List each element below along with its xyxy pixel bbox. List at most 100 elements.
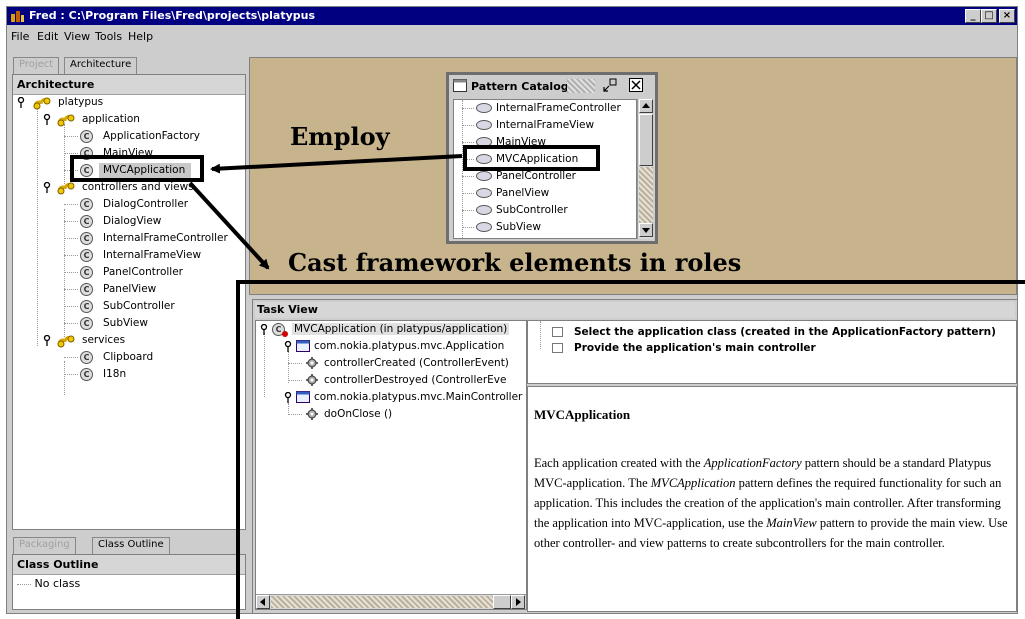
tree-label: application — [82, 113, 140, 125]
pattern-icon — [476, 171, 492, 181]
menu-file[interactable]: File — [11, 30, 29, 43]
class-outline-header: Class Outline — [13, 555, 245, 575]
tree-node-class[interactable]: C Clipboard — [13, 349, 245, 366]
tree-node-application[interactable]: application — [13, 111, 245, 128]
scroll-thumb[interactable] — [639, 114, 653, 166]
tree-label: controllers and views — [82, 181, 194, 193]
package-icon — [33, 97, 51, 110]
pattern-item[interactable]: InternalFrameController — [454, 100, 636, 117]
class-icon: C — [80, 215, 93, 228]
window-title: Fred : C:\Program Files\Fred\projects\pl… — [29, 9, 316, 22]
tree-label: SubController — [103, 300, 175, 312]
cast-annotation: Cast framework elements in roles — [288, 248, 742, 277]
tree-node-services[interactable]: services — [13, 332, 245, 349]
scroll-down-button[interactable] — [639, 223, 653, 237]
package-icon — [57, 335, 75, 348]
class-icon: C — [80, 198, 93, 211]
title-grip — [567, 79, 595, 93]
tree-label: InternalFrameView — [103, 249, 202, 261]
tree-node-class[interactable]: C PanelController — [13, 264, 245, 281]
tree-node-class[interactable]: C SubView — [13, 315, 245, 332]
scroll-track[interactable] — [639, 167, 653, 223]
pattern-item[interactable]: SubController — [454, 202, 636, 219]
class-icon: C — [80, 232, 93, 245]
title-bar: Fred : C:\Program Files\Fred\projects\pl… — [7, 7, 1017, 25]
restore-icon[interactable] — [603, 78, 617, 92]
highlight-box-mvcapplication — [70, 155, 204, 182]
tree-label: PanelView — [103, 283, 157, 295]
class-icon: C — [80, 351, 93, 364]
tab-packaging[interactable]: Packaging — [13, 537, 76, 554]
pattern-icon — [476, 188, 492, 198]
pattern-list-scrollbar[interactable] — [637, 99, 653, 239]
tree-label: ApplicationFactory — [103, 130, 201, 142]
pattern-label: InternalFrameView — [496, 119, 595, 131]
pattern-catalog-titlebar[interactable]: Pattern Catalog — [449, 75, 655, 97]
pattern-icon — [476, 205, 492, 215]
minimize-button[interactable]: _ — [965, 9, 981, 23]
tree-node-class[interactable]: C ApplicationFactory — [13, 128, 245, 145]
tree-node-class[interactable]: C DialogView — [13, 213, 245, 230]
package-icon — [57, 114, 75, 127]
pattern-label: SubController — [496, 204, 568, 216]
architecture-panel: Architecture platypus application C Appl… — [12, 74, 246, 530]
menu-bar: File Edit View Tools Help — [7, 26, 1017, 46]
tab-project[interactable]: Project — [13, 57, 60, 74]
expand-key-icon[interactable] — [43, 182, 51, 193]
tree-node-class[interactable]: C PanelView — [13, 281, 245, 298]
tree-label: PanelController — [103, 266, 183, 278]
no-class-item: No class — [17, 577, 80, 590]
tab-architecture[interactable]: Architecture — [64, 57, 138, 74]
no-class-label: No class — [34, 577, 81, 590]
tree-node-class[interactable]: C InternalFrameController — [13, 230, 245, 247]
tree-label: SubView — [103, 317, 148, 329]
tree-node-class[interactable]: C I18n — [13, 366, 245, 383]
tree-node-class[interactable]: C DialogController — [13, 196, 245, 213]
package-icon — [57, 182, 75, 195]
tree-label: Clipboard — [103, 351, 154, 363]
pattern-item[interactable]: InternalFrameView — [454, 117, 636, 134]
expand-key-icon[interactable] — [17, 97, 25, 108]
menu-tools[interactable]: Tools — [95, 30, 122, 43]
tree-label: DialogController — [103, 198, 189, 210]
tree-label: services — [82, 334, 126, 346]
pattern-icon — [476, 120, 492, 130]
pattern-item[interactable]: PanelView — [454, 185, 636, 202]
class-icon: C — [80, 130, 93, 143]
class-icon: C — [80, 266, 93, 279]
tab-class-outline[interactable]: Class Outline — [92, 537, 170, 554]
close-button[interactable]: × — [999, 9, 1015, 23]
menu-edit[interactable]: Edit — [37, 30, 58, 43]
tree-label: platypus — [58, 96, 104, 108]
close-icon[interactable] — [629, 78, 643, 92]
pattern-icon — [476, 222, 492, 232]
tree-label: I18n — [103, 368, 127, 380]
class-icon: C — [80, 300, 93, 313]
expand-key-icon[interactable] — [43, 335, 51, 346]
class-icon: C — [80, 249, 93, 262]
pattern-label: SubView — [496, 221, 541, 233]
window-frame-icon — [453, 79, 467, 92]
highlight-box-catalog-mvcapplication — [463, 145, 600, 171]
tree-label: InternalFrameController — [103, 232, 228, 244]
fred-app-icon — [11, 11, 24, 22]
class-icon: C — [80, 317, 93, 330]
tree-node-class[interactable]: C InternalFrameView — [13, 247, 245, 264]
maximize-button[interactable]: □ — [981, 9, 997, 23]
tree-label: DialogView — [103, 215, 162, 227]
tree-node-platypus[interactable]: platypus — [13, 94, 245, 111]
class-outline-panel: Class Outline No class — [12, 554, 246, 610]
expand-key-icon[interactable] — [43, 114, 51, 125]
pattern-item[interactable]: SubView — [454, 219, 636, 236]
pattern-label: PanelController — [496, 170, 576, 182]
menu-help[interactable]: Help — [128, 30, 153, 43]
pattern-label: InternalFrameController — [496, 102, 621, 114]
employ-annotation: Employ — [290, 122, 390, 151]
architecture-header: Architecture — [13, 75, 245, 95]
pattern-icon — [476, 103, 492, 113]
menu-view[interactable]: View — [64, 30, 90, 43]
task-view-annotation-frame — [236, 280, 1025, 619]
pattern-catalog-title: Pattern Catalog — [471, 80, 569, 93]
scroll-up-button[interactable] — [639, 99, 653, 113]
tree-node-class[interactable]: C SubController — [13, 298, 245, 315]
